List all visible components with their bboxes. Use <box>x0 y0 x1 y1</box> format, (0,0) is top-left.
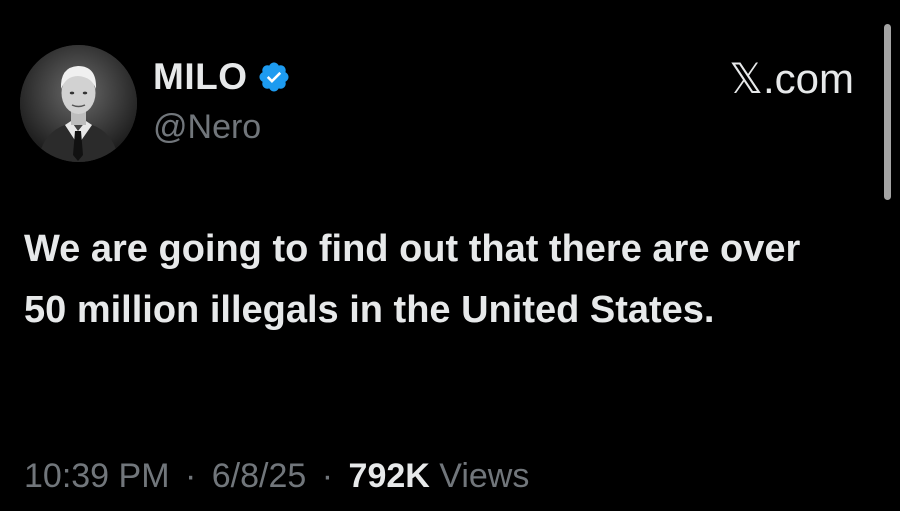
avatar-photo <box>20 45 137 162</box>
tweet-text: We are going to find out that there are … <box>24 228 801 331</box>
tweet-date[interactable]: 6/8/25 <box>212 457 307 495</box>
author-name-row: MILO <box>153 55 291 99</box>
x-com-logo: 𝕏.com <box>729 55 854 102</box>
verified-badge-icon <box>259 62 290 92</box>
separator-dot: · <box>184 457 197 495</box>
separator-dot: · <box>321 457 334 495</box>
views-label: Views <box>439 457 530 495</box>
scrollbar[interactable] <box>884 24 891 200</box>
author-handle[interactable]: @Nero <box>153 105 261 149</box>
author-display-name[interactable]: MILO <box>153 55 247 99</box>
views-count[interactable]: 792K <box>349 457 430 495</box>
avatar[interactable] <box>20 45 137 162</box>
tweet-time[interactable]: 10:39 PM <box>24 457 170 495</box>
tweet-metadata: 10:39 PM · 6/8/25 · 792K Views <box>24 452 529 500</box>
